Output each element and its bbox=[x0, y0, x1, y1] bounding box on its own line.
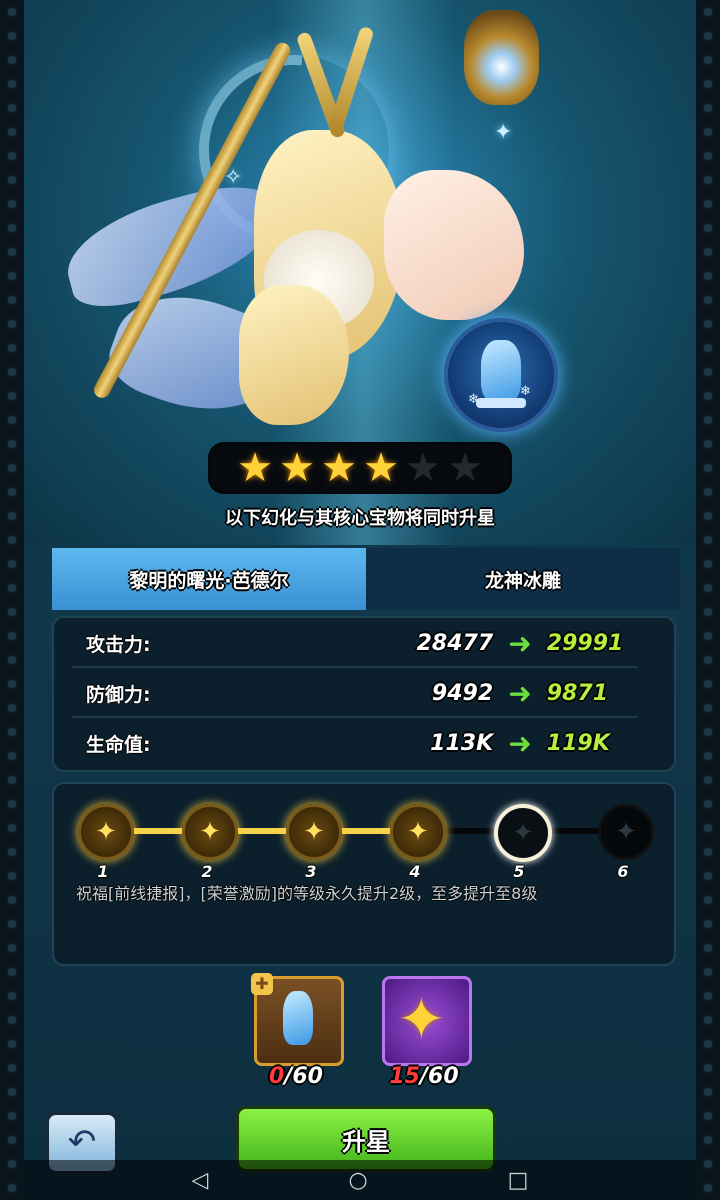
stat-current: 28477 bbox=[416, 630, 494, 656]
stat-next: 119K bbox=[546, 730, 610, 756]
back-arrow-icon: ↶ bbox=[67, 1122, 97, 1162]
star-node-label: 4 bbox=[409, 862, 421, 881]
star-node-1: ✦ bbox=[78, 804, 134, 860]
star-node-3: ✦ bbox=[286, 804, 342, 860]
stat-current: 9492 bbox=[431, 680, 494, 706]
upgrade-hint: 以下幻化与其核心宝物将同时升星 bbox=[225, 508, 495, 529]
star-node-2: ✦ bbox=[182, 804, 238, 860]
legs bbox=[384, 170, 524, 320]
nav-home-icon[interactable]: ○ bbox=[348, 1168, 367, 1193]
star-rating: ★ ★ ★ ★ ★ ★ bbox=[208, 442, 512, 494]
arrow-right-icon: ➜ bbox=[508, 676, 532, 710]
stat-label: 防御力: bbox=[86, 683, 151, 706]
snowflake-icon: ❄ bbox=[520, 384, 531, 399]
material-need: /60 bbox=[284, 1064, 323, 1089]
star-node-label: 3 bbox=[305, 862, 317, 881]
right-border bbox=[696, 0, 720, 1200]
ice-statue-icon bbox=[481, 340, 521, 402]
material-slot-fragment[interactable]: ✚ bbox=[251, 973, 344, 1066]
arrow-right-icon: ➜ bbox=[508, 626, 532, 660]
material-count-fragment: 0/60 bbox=[254, 1064, 338, 1089]
stat-label: 攻击力: bbox=[86, 633, 151, 656]
staff-head bbox=[464, 10, 539, 105]
star-empty-icon: ★ bbox=[447, 445, 483, 491]
material-have: 0 bbox=[269, 1064, 285, 1089]
star-node-label: 5 bbox=[513, 862, 525, 881]
material-need: /60 bbox=[419, 1064, 459, 1089]
statue-base bbox=[476, 398, 526, 408]
ice-statue-fragment-icon bbox=[283, 991, 313, 1045]
gold-star-icon: ✦ bbox=[397, 985, 446, 1053]
star-filled-icon: ★ bbox=[363, 445, 399, 491]
star-empty-icon: ★ bbox=[405, 445, 441, 491]
star-bonus-description: 祝福[前线捷报]，[荣誉激励]的等级永久提升2级，至多提升至8级 bbox=[76, 884, 538, 903]
tab-bar: 黎明的曙光·芭德尔 龙神冰雕 bbox=[52, 548, 680, 610]
nav-recent-icon[interactable]: □ bbox=[508, 1168, 529, 1193]
stat-label: 生命值: bbox=[86, 733, 151, 756]
star-node-label: 2 bbox=[201, 862, 213, 881]
material-have: 15 bbox=[389, 1064, 420, 1089]
core-treasure-orb[interactable]: ❄ ❄ bbox=[444, 318, 558, 432]
material-count-star: 15/60 bbox=[382, 1064, 466, 1089]
puzzle-piece-icon: ✚ bbox=[251, 973, 273, 995]
tab-hero-form[interactable]: 黎明的曙光·芭德尔 bbox=[52, 548, 366, 610]
left-border bbox=[0, 0, 24, 1200]
star-filled-icon: ★ bbox=[279, 445, 315, 491]
star-filled-icon: ★ bbox=[237, 445, 273, 491]
star-filled-icon: ★ bbox=[321, 445, 357, 491]
tab-core-treasure[interactable]: 龙神冰雕 bbox=[366, 548, 680, 610]
stat-next: 29991 bbox=[546, 630, 624, 656]
star-node-label: 1 bbox=[97, 862, 109, 881]
stat-current: 113K bbox=[430, 730, 494, 756]
sparkle-icon: ✦ bbox=[494, 120, 513, 145]
stat-row-attack: 攻击力: 28477 ➜ 29991 bbox=[72, 618, 656, 668]
snowflake-icon: ❄ bbox=[468, 392, 479, 407]
star-node-4: ✦ bbox=[390, 804, 446, 860]
nav-back-icon[interactable]: ◁ bbox=[192, 1168, 209, 1193]
stat-row-defense: 防御力: 9492 ➜ 9871 bbox=[72, 668, 656, 718]
star-node-5: ✦ bbox=[494, 804, 552, 862]
system-nav-bar: ◁ ○ □ bbox=[24, 1160, 696, 1200]
star-node-6: ✦ bbox=[598, 804, 654, 860]
stats-table: 攻击力: 28477 ➜ 29991 防御力: 9492 ➜ 9871 生命值:… bbox=[52, 616, 676, 772]
arrow-right-icon: ➜ bbox=[508, 726, 532, 760]
stat-next: 9871 bbox=[546, 680, 608, 706]
star-node-label: 6 bbox=[617, 862, 629, 881]
stat-row-hp: 生命值: 113K ➜ 119K bbox=[72, 718, 656, 768]
star-track-panel: 祝福[前线捷报]，[荣誉激励]的等级永久提升2级，至多提升至8级 ✦ 1 ✦ 2 ✦ 3 ✦… bbox=[52, 782, 676, 966]
material-slot-star[interactable]: ✦ bbox=[382, 976, 472, 1066]
sparkle-icon: ✧ bbox=[224, 165, 243, 190]
